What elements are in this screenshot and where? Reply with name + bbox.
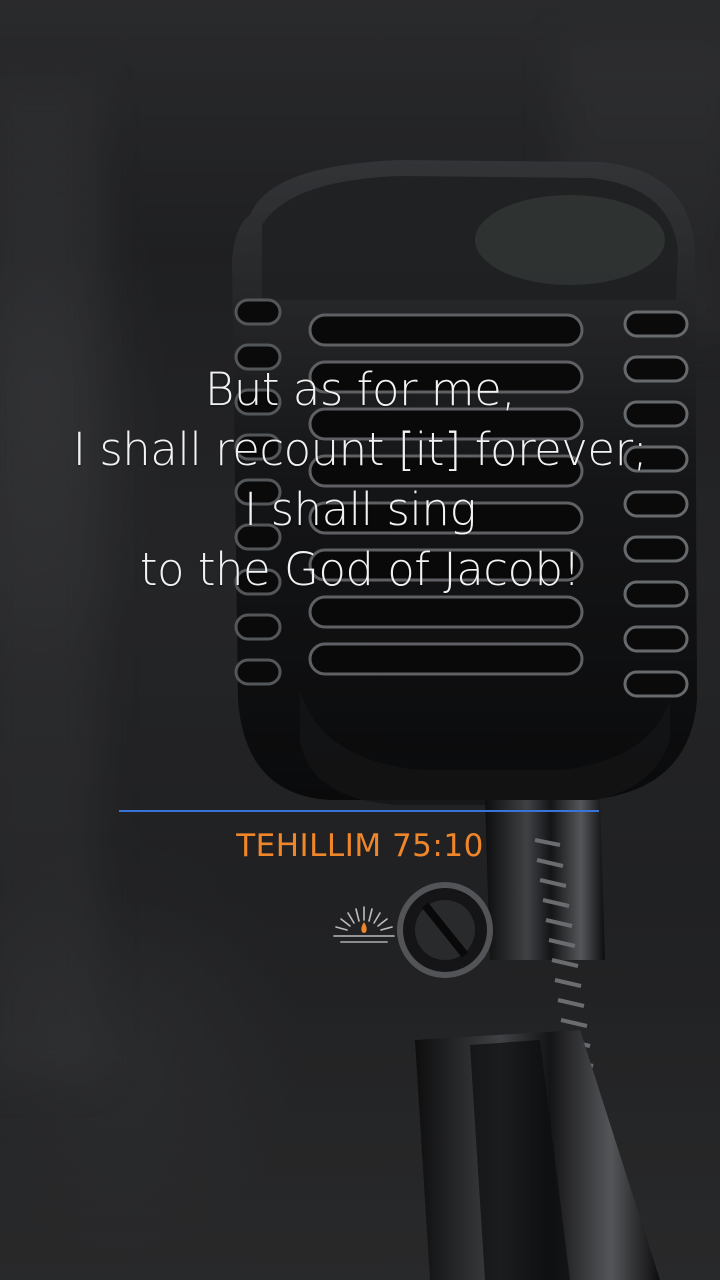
verse-line: I shall sing [244,483,476,536]
verse-reference: TEHILLIM 75:10 [236,828,484,864]
verse-line: But as for me, [204,363,516,416]
wallpaper: But as for me, I shall recount [it] fore… [0,0,720,1280]
verse-line: to the God of Jacob! [139,543,581,596]
verse-line: I shall recount [it] forever; [72,423,648,476]
sunrise-candle-logo-icon [333,906,395,943]
dark-overlay [0,0,720,1280]
divider-line [119,810,599,812]
verse-text: But as for me, I shall recount [it] fore… [0,360,720,600]
